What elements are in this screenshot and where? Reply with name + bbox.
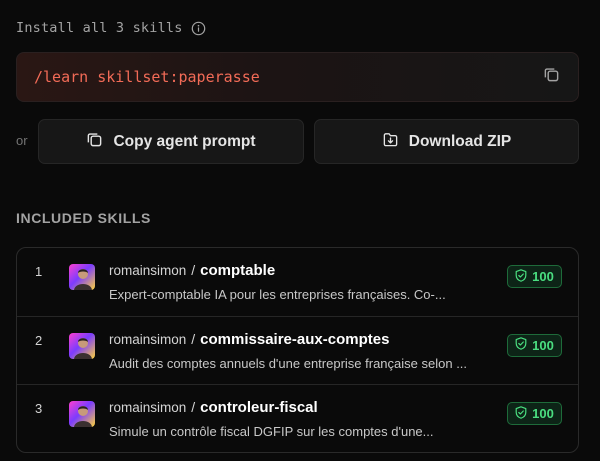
skill-index: 3 [35, 401, 43, 417]
install-command: /learn skillset:paperasse [34, 68, 260, 86]
avatar [69, 264, 95, 290]
copy-agent-prompt-label: Copy agent prompt [113, 132, 256, 150]
shield-check-icon [515, 337, 527, 353]
download-icon [382, 131, 399, 153]
or-label: or [16, 133, 28, 148]
skill-title[interactable]: romainsimon / commissaire-aux-comptes [109, 331, 389, 348]
score-value: 100 [532, 337, 554, 353]
score-badge: 100 [507, 265, 562, 288]
skill-title[interactable]: romainsimon / comptable [109, 262, 275, 279]
skill-description: Expert-comptable IA pour les entreprises… [109, 287, 446, 302]
included-skills-title: INCLUDED SKILLS [16, 210, 151, 226]
skill-name: controleur-fiscal [200, 399, 318, 417]
score-value: 100 [532, 406, 554, 422]
install-header-label: Install all 3 skills [16, 20, 183, 36]
avatar [69, 401, 95, 428]
install-header: Install all 3 skills [16, 20, 206, 36]
skill-description: Simule un contrôle fiscal DGFIP sur les … [109, 424, 434, 440]
copy-command-button[interactable] [540, 66, 562, 88]
skill-name: comptable [200, 262, 276, 279]
skill-row-commissaire-aux-comptes[interactable]: 2 romainsimon / commissaire-aux-comptes … [17, 317, 578, 386]
copy-agent-prompt-button[interactable]: Copy agent prompt [38, 119, 304, 164]
score-badge: 100 [507, 333, 562, 357]
score-value: 100 [532, 269, 554, 284]
skill-name: commissaire-aux-comptes [200, 330, 390, 348]
skill-separator: / [191, 399, 196, 416]
skill-owner: romainsimon [109, 400, 187, 416]
score-badge: 100 [507, 402, 562, 426]
shield-check-icon [515, 268, 527, 285]
skill-title[interactable]: romainsimon / controleur-fiscal [109, 399, 318, 416]
download-zip-label: Download ZIP [408, 132, 512, 150]
download-zip-button[interactable]: Download ZIP [314, 119, 579, 164]
copy-icon [543, 66, 560, 88]
skill-separator: / [191, 330, 196, 347]
skill-index: 1 [35, 264, 43, 279]
info-icon[interactable] [191, 21, 206, 36]
skill-row-comptable[interactable]: 1 romainsimon / comptable Expert-comptab… [17, 248, 578, 317]
skill-index: 2 [35, 332, 43, 348]
install-command-box: /learn skillset:paperasse [16, 52, 579, 102]
skill-owner: romainsimon [109, 331, 187, 347]
skill-separator: / [191, 262, 196, 278]
shield-check-icon [515, 405, 527, 422]
copy-icon [86, 131, 103, 153]
skill-owner: romainsimon [109, 263, 187, 278]
skill-row-controleur-fiscal[interactable]: 3 romainsimon / controleur-fiscal Simule… [17, 385, 578, 452]
skill-description: Audit des comptes annuels d'une entrepri… [109, 355, 468, 371]
skills-list: 1 romainsimon / comptable Expert-comptab… [16, 247, 579, 453]
avatar [69, 332, 95, 359]
